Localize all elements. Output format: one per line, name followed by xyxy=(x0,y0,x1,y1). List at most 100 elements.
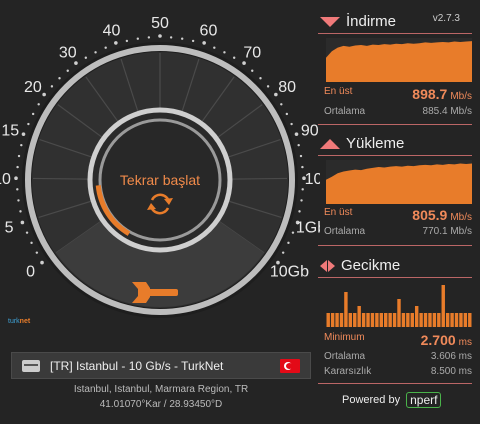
download-arrow-icon xyxy=(320,16,340,27)
gauge-tick xyxy=(266,85,270,88)
gauge-tick xyxy=(19,210,22,213)
speed-gauge: 05101520304050607080901001Gb10Gb Tekrar … xyxy=(0,15,320,318)
latency-bar xyxy=(419,313,423,327)
gauge-tick xyxy=(17,154,21,158)
latency-bar xyxy=(468,313,472,327)
latency-bar xyxy=(330,313,335,327)
gauge-scale-label: 10 xyxy=(0,171,11,188)
latency-bar xyxy=(410,313,414,327)
gauge-tick xyxy=(104,46,107,49)
gauge-tick xyxy=(285,112,289,116)
latency-bar xyxy=(348,313,353,327)
gauge-tick xyxy=(223,51,226,54)
upload-arrow-icon xyxy=(320,138,340,149)
server-name: [TR] Istanbul - 10 Gb/s - TurkNet xyxy=(50,358,224,373)
gauge-tick xyxy=(31,112,35,116)
latency-bar xyxy=(428,313,432,327)
latency-bar xyxy=(357,306,361,327)
latency-min-row: Minimum 2.700 ms xyxy=(324,332,472,348)
gauge-scale-label: 40 xyxy=(103,23,121,40)
gauge-tick xyxy=(94,51,97,54)
gauge-tick xyxy=(280,103,283,106)
server-selector[interactable]: [TR] Istanbul - 10 Gb/s - TurkNet xyxy=(11,352,311,379)
gauge-scale-label: 15 xyxy=(1,123,19,140)
upload-title-text: Yükleme xyxy=(346,135,405,152)
latency-bar xyxy=(437,313,441,327)
upload-title: Yükleme xyxy=(320,135,404,152)
gauge-tick xyxy=(136,37,140,40)
gauge-tick xyxy=(17,199,20,202)
download-avg-label: Ortalama xyxy=(324,106,366,117)
gauge-tick xyxy=(298,210,301,213)
gauge-tick xyxy=(50,85,54,88)
download-avg-value: 885.4 Mb/s xyxy=(422,106,472,117)
latency-bar xyxy=(344,292,348,327)
gauge-tick xyxy=(37,103,40,106)
divider xyxy=(318,277,472,278)
server-coordinates: 41.01070°Kar / 28.93450°D xyxy=(99,399,223,410)
latency-icon xyxy=(320,259,335,272)
results-panel: İndirme v2.7.3 En üst 898.7 Mb/s Ortalama… xyxy=(314,0,480,424)
gauge-tick xyxy=(299,154,303,158)
gauge-tick xyxy=(16,188,19,191)
latency-title-text: Gecikme xyxy=(341,257,401,274)
gauge-tick xyxy=(191,39,195,43)
gauge-scale-label: 50 xyxy=(151,15,169,32)
gauge-tick xyxy=(25,231,29,234)
latency-bar xyxy=(379,313,384,327)
gauge-tick xyxy=(40,260,44,265)
nperf-logo: nperf xyxy=(406,392,442,408)
latency-jitter-label: Kararsızlık xyxy=(324,366,372,377)
gauge-scale-label: 20 xyxy=(24,79,42,96)
gauge-tick xyxy=(125,39,129,43)
latency-bar xyxy=(366,313,370,327)
latency-title: Gecikme xyxy=(320,257,400,274)
latency-bar xyxy=(384,313,388,327)
upload-avg-label: Ortalama xyxy=(324,226,366,237)
gauge-tick xyxy=(202,41,206,45)
gauge-tick xyxy=(84,56,88,59)
latency-bar xyxy=(335,313,339,327)
gauge-tick xyxy=(74,61,78,65)
gauge-tick xyxy=(16,165,19,169)
version-label: v2.7.3 xyxy=(432,13,460,24)
latency-min-label: Minimum xyxy=(324,332,365,343)
gauge-tick xyxy=(180,37,184,40)
gauge-tick xyxy=(301,188,304,191)
divider xyxy=(318,383,472,384)
turknet-logo: turknet xyxy=(8,318,31,325)
upload-top-value: 805.9 Mb/s xyxy=(412,207,472,223)
graph-area xyxy=(326,41,472,82)
gauge-scale-label: 80 xyxy=(278,79,296,96)
gauge-scale-label: 0 xyxy=(26,264,35,281)
gauge-tick xyxy=(35,251,39,254)
latency-bar xyxy=(401,313,406,327)
latency-bar xyxy=(454,313,459,327)
latency-bar xyxy=(361,313,366,327)
download-title-text: İndirme xyxy=(346,13,397,30)
latency-bar xyxy=(441,285,445,327)
gauge-tick xyxy=(242,61,246,65)
gauge-tick xyxy=(290,122,293,126)
turkey-flag-icon xyxy=(280,359,300,373)
gauge-tick xyxy=(169,36,173,39)
gauge-tick xyxy=(294,132,299,136)
latency-bar xyxy=(375,313,379,327)
download-title: İndirme xyxy=(320,13,396,30)
divider xyxy=(318,245,472,246)
powered-by[interactable]: Powered by nperf xyxy=(342,392,442,408)
gauge-tick xyxy=(291,231,295,234)
gauge-tick xyxy=(259,77,262,80)
restart-label[interactable]: Tekrar başlat xyxy=(120,172,200,188)
latency-graph xyxy=(326,285,472,327)
gauge-tick xyxy=(232,56,236,59)
upload-avg-value: 770.1 Mb/s xyxy=(422,226,472,237)
latency-bar xyxy=(392,313,397,327)
gauge-scale-label: 30 xyxy=(59,45,77,62)
gauge-tick xyxy=(114,41,118,45)
gauge-tick xyxy=(58,77,61,80)
gauge-tick xyxy=(213,46,216,49)
gauge-tick xyxy=(20,143,23,147)
download-top-value: 898.7 Mb/s xyxy=(412,86,472,102)
latency-bar xyxy=(450,313,454,327)
